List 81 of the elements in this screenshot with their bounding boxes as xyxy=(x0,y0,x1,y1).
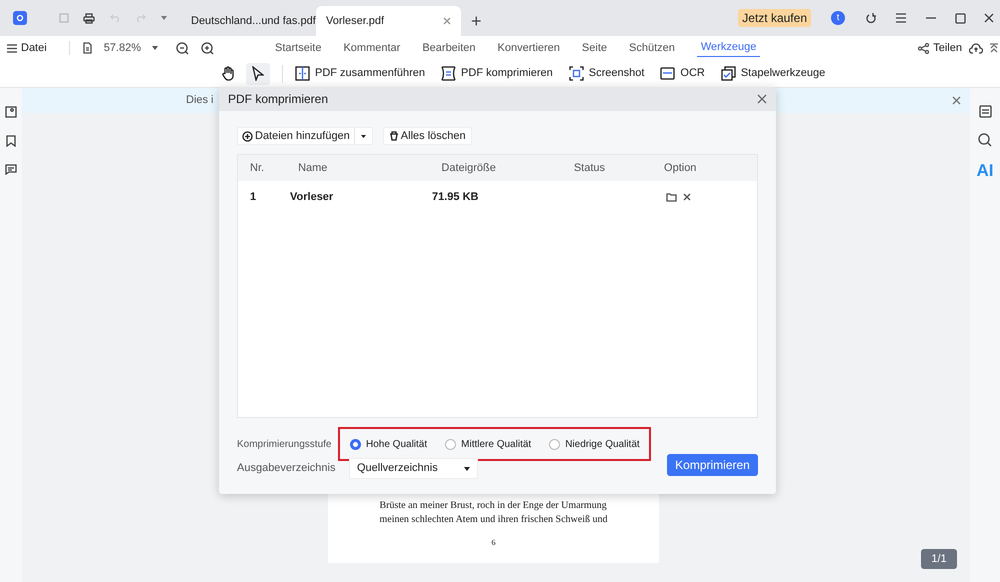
tool-button[interactable]: Screenshot xyxy=(568,65,644,82)
maximize-icon[interactable] xyxy=(955,12,966,24)
quality-radio[interactable]: Mittlere Qualität xyxy=(445,436,532,452)
ribbon-tab[interactable]: Kommentar xyxy=(343,39,400,57)
quality-radio[interactable]: Niedrige Qualität xyxy=(549,436,640,452)
thumbnail-icon[interactable] xyxy=(5,106,17,118)
table-cell-text: 71.95 KB xyxy=(432,190,480,205)
tab-close-icon[interactable] xyxy=(443,17,451,25)
dialog-title: PDF komprimieren xyxy=(228,91,328,108)
folder-icon[interactable] xyxy=(666,192,677,202)
dropdown-icon xyxy=(464,466,470,470)
tool-button[interactable]: PDF komprimieren xyxy=(441,65,553,82)
remove-icon[interactable] xyxy=(683,193,691,201)
page-number: 6 xyxy=(492,537,496,549)
cursor-tool-button[interactable] xyxy=(246,62,270,84)
compress-button[interactable]: Komprimieren xyxy=(667,454,758,476)
crop-icon xyxy=(568,66,584,81)
tool-button[interactable]: Stapelwerkzeuge xyxy=(720,65,826,82)
column-header: Name xyxy=(298,160,328,176)
menu-icon[interactable] xyxy=(7,44,17,52)
document-text-line: meinen schlechten Atem und ihren frischen Schweiß und xyxy=(380,513,608,526)
comment-icon[interactable] xyxy=(5,164,17,175)
trash-icon xyxy=(388,131,399,141)
clear-all-button[interactable]: Alles löschen xyxy=(382,127,472,145)
share-icon[interactable] xyxy=(918,42,930,54)
radio-icon[interactable] xyxy=(445,438,456,450)
ribbon-tab[interactable]: Seite xyxy=(582,39,607,57)
file-menu[interactable]: Datei xyxy=(21,40,47,56)
column-header: Dateigröße xyxy=(441,160,496,176)
avatar[interactable]: t xyxy=(831,11,845,25)
output-select[interactable]: Quellverzeichnis xyxy=(349,458,478,479)
document-text-line: Brüste an meiner Brust, roch in der Enge der Umarmung xyxy=(380,499,608,512)
ribbon-tab[interactable]: Bearbeiten xyxy=(422,39,476,57)
document-tab[interactable]: Deutschland...und fas.pdf xyxy=(181,6,316,36)
table-cell-text: 1 xyxy=(250,190,258,205)
zoom-out-icon[interactable] xyxy=(176,42,189,54)
ribbon-tab[interactable]: Schützen xyxy=(629,39,675,57)
cursor-icon xyxy=(252,66,264,81)
column-header: Status xyxy=(574,160,606,176)
zoom-level[interactable]: 57.82% xyxy=(104,40,141,56)
dropdown-icon[interactable] xyxy=(152,46,158,50)
tool-button[interactable]: PDF zusammenführen xyxy=(295,65,426,82)
close-icon[interactable] xyxy=(984,13,994,23)
collapse-icon[interactable] xyxy=(990,43,998,53)
ribbon-tab[interactable]: Werkzeuge xyxy=(696,39,760,57)
document-tab[interactable]: Vorleser.pdf xyxy=(316,6,461,36)
radio-icon[interactable] xyxy=(549,438,560,450)
compress-icon xyxy=(441,66,456,81)
buy-button[interactable]: Jetzt kaufen xyxy=(738,9,811,27)
app-logo-icon xyxy=(13,11,27,25)
ribbon-tab[interactable]: Konvertieren xyxy=(498,39,560,57)
tool-button[interactable]: OCR xyxy=(660,65,705,82)
refresh-icon[interactable] xyxy=(865,12,877,24)
share-button[interactable]: Teilen xyxy=(933,40,962,56)
zoom-in-icon[interactable] xyxy=(201,42,214,54)
close-icon[interactable] xyxy=(952,96,961,105)
properties-icon[interactable] xyxy=(978,105,992,118)
page-icon[interactable] xyxy=(82,42,93,54)
table-cell-text: Vorleser xyxy=(290,190,334,205)
search-icon[interactable] xyxy=(978,133,992,147)
radio-icon[interactable] xyxy=(350,438,361,450)
column-header: Option xyxy=(664,160,696,176)
page-indicator: 1/1 xyxy=(921,549,957,569)
bookmark-icon[interactable] xyxy=(6,135,16,147)
menu-icon[interactable] xyxy=(895,13,907,23)
hand-icon xyxy=(221,66,235,81)
ribbon-tab[interactable]: Startseite xyxy=(275,39,322,57)
dropdown-icon[interactable] xyxy=(360,134,366,138)
column-header: Nr. xyxy=(250,160,264,176)
cloud-upload-icon[interactable] xyxy=(969,42,983,54)
quality-radio[interactable]: Hohe Qualität xyxy=(350,436,428,452)
plus-circle-icon xyxy=(242,130,253,142)
close-icon[interactable] xyxy=(757,94,767,104)
stacked-pages-icon xyxy=(720,66,736,81)
output-label: Ausgabeverzeichnis xyxy=(237,461,336,476)
ocr-icon xyxy=(660,66,676,81)
level-label: Komprimierungsstufe xyxy=(237,438,332,452)
new-tab-button[interactable]: + xyxy=(461,6,492,36)
notice-text: Dies i xyxy=(186,93,214,108)
merge-icon xyxy=(295,66,310,81)
print-icon[interactable] xyxy=(83,12,95,24)
